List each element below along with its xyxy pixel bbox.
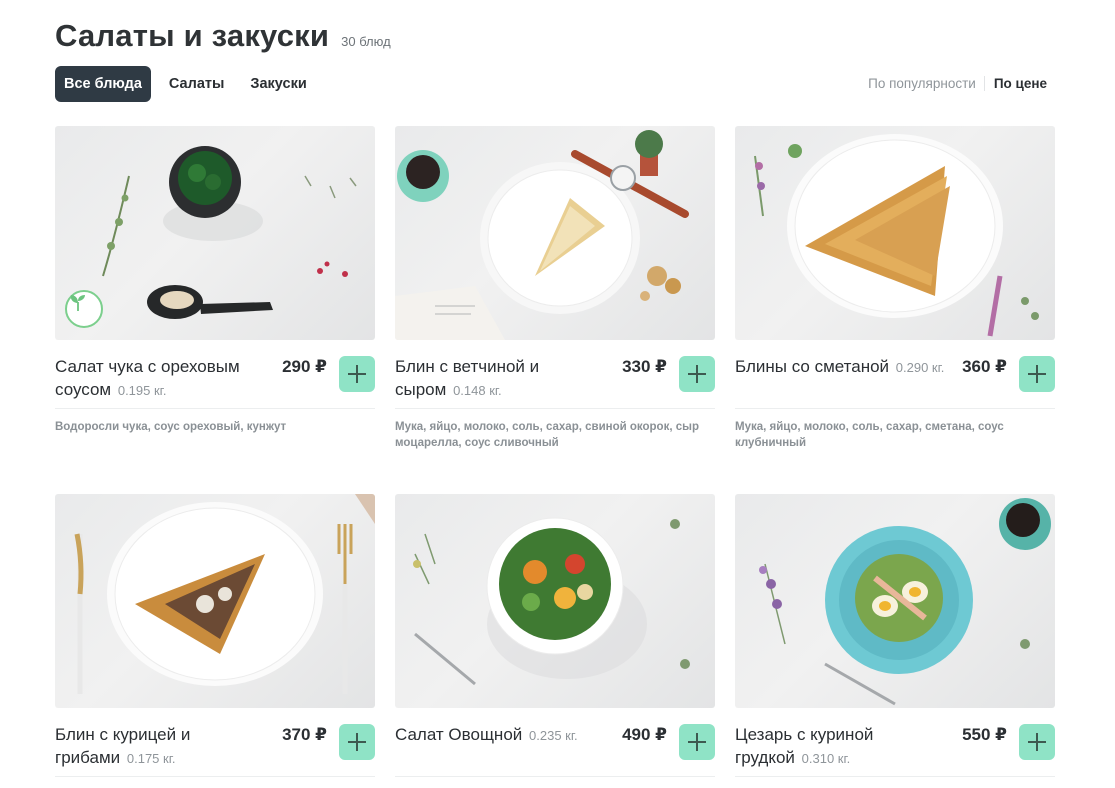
plus-icon <box>688 733 706 751</box>
product-ingredients: Водоросли чука, соус ореховый, кунжут <box>55 421 287 433</box>
divider <box>55 408 375 409</box>
product-card[interactable]: Салат Овощной 0.235 кг. 490 ₽ <box>395 494 715 777</box>
product-card[interactable]: Блины со сметаной 0.290 кг. 360 ₽ Мука, … <box>735 126 1055 451</box>
product-price: 290 ₽ <box>282 357 327 376</box>
product-photo[interactable] <box>55 494 375 708</box>
product-price: 550 ₽ <box>962 725 1007 744</box>
divider <box>735 776 1055 777</box>
sort-options: По популярности По цене <box>868 76 1047 91</box>
product-price: 490 ₽ <box>622 725 667 744</box>
leaf-icon <box>70 295 85 311</box>
plus-icon <box>1028 733 1046 751</box>
divider <box>55 776 375 777</box>
plus-icon <box>688 365 706 383</box>
page-header: Салаты и закуски 30 блюд <box>55 18 391 54</box>
add-to-cart-button[interactable] <box>339 724 375 760</box>
product-price: 370 ₽ <box>282 725 327 744</box>
tab-all-dishes[interactable]: Все блюда <box>55 66 151 102</box>
product-photo[interactable] <box>395 126 715 340</box>
plus-icon <box>1028 365 1046 383</box>
product-photo[interactable] <box>395 494 715 708</box>
product-weight: 0.290 кг. <box>895 360 945 375</box>
product-card[interactable]: Блин с курицей и грибами 0.175 кг. 370 ₽ <box>55 494 375 777</box>
divider <box>395 408 715 409</box>
tab-salads[interactable]: Салаты <box>157 66 236 102</box>
product-card[interactable]: Блин с ветчиной и сыром 0.148 кг. 330 ₽ … <box>395 126 715 451</box>
divider <box>395 776 715 777</box>
product-weight: 0.148 кг. <box>453 382 502 398</box>
sort-by-popularity[interactable]: По популярности <box>868 76 985 91</box>
product-weight: 0.235 кг. <box>529 728 578 743</box>
page-title: Салаты и закуски <box>55 18 330 53</box>
sort-by-price[interactable]: По цене <box>985 76 1047 91</box>
product-ingredients: Мука, яйцо, молоко, соль, сахар, свиной … <box>395 421 699 449</box>
product-card[interactable]: Цезарь с куриной грудкой 0.310 кг. 550 ₽ <box>735 494 1055 777</box>
add-to-cart-button[interactable] <box>339 356 375 392</box>
category-tabs: Все блюда Салаты Закуски <box>55 66 321 102</box>
divider <box>735 408 1055 409</box>
add-to-cart-button[interactable] <box>679 356 715 392</box>
product-ingredients: Мука, яйцо, молоко, соль, сахар, сметана… <box>735 421 1004 449</box>
product-photo[interactable] <box>55 126 375 340</box>
plus-icon <box>348 733 366 751</box>
product-weight: 0.310 кг. <box>801 750 851 766</box>
product-card[interactable]: Салат чука с ореховым соусом 0.195 кг. 2… <box>55 126 375 435</box>
product-weight: 0.195 кг. <box>117 382 167 398</box>
add-to-cart-button[interactable] <box>679 724 715 760</box>
vegetarian-badge <box>65 290 103 328</box>
tab-snacks[interactable]: Закуски <box>238 66 318 102</box>
product-name[interactable]: Блины со сметаной <box>735 357 889 376</box>
product-photo[interactable] <box>735 126 1055 340</box>
dish-count: 30 блюд <box>341 34 391 49</box>
add-to-cart-button[interactable] <box>1019 724 1055 760</box>
product-weight: 0.175 кг. <box>126 750 176 766</box>
add-to-cart-button[interactable] <box>1019 356 1055 392</box>
product-price: 360 ₽ <box>962 357 1007 376</box>
product-price: 330 ₽ <box>622 357 667 376</box>
product-photo[interactable] <box>735 494 1055 708</box>
product-name[interactable]: Салат Овощной <box>395 725 522 744</box>
plus-icon <box>348 365 366 383</box>
